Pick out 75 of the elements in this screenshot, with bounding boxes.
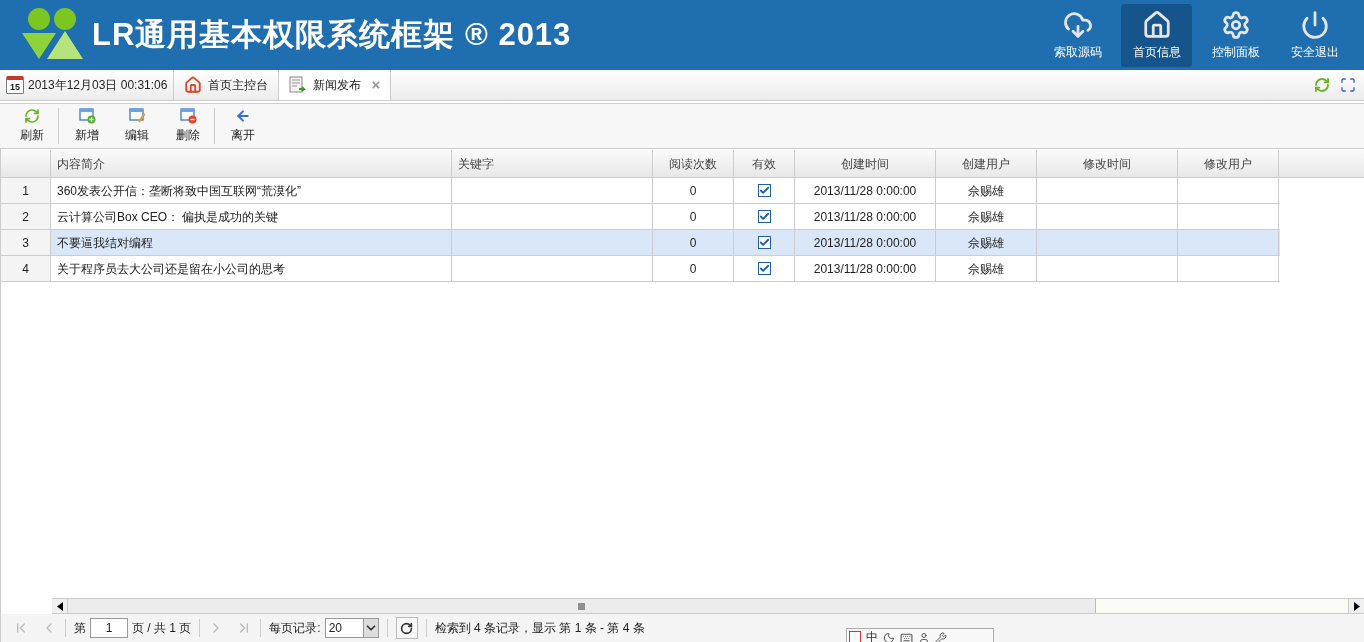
- per-page-label: 每页记录:: [269, 620, 321, 637]
- toolbar-button[interactable]: 刷新: [6, 108, 59, 144]
- ime-mode: 中: [866, 629, 878, 642]
- home-icon: [1141, 9, 1172, 40]
- table-cell: 佘赐雄: [936, 204, 1037, 229]
- tab[interactable]: 新闻发布 ×: [279, 70, 392, 100]
- tab-label: 新闻发布: [313, 77, 362, 94]
- column-header[interactable]: 阅读次数: [653, 150, 734, 177]
- header-nav-button[interactable]: 安全退出: [1279, 3, 1350, 67]
- table-cell: 佘赐雄: [936, 178, 1037, 203]
- scrollbar-thumb[interactable]: [68, 599, 1096, 613]
- window-edit-icon: [128, 108, 146, 124]
- wrench-icon: [935, 632, 947, 642]
- header-nav-button[interactable]: 首页信息: [1121, 3, 1192, 67]
- page-count: 页 / 共 1 页: [132, 620, 192, 637]
- reload-icon: [400, 621, 414, 635]
- table-cell: 佘赐雄: [936, 230, 1037, 255]
- header-nav-button[interactable]: 控制面板: [1200, 3, 1271, 67]
- column-header[interactable]: 修改用户: [1178, 150, 1279, 177]
- toolbar-button[interactable]: 新增: [62, 108, 112, 144]
- table-cell: 佘赐雄: [936, 256, 1037, 281]
- table-cell: 360发表公开信：垄断将致中国互联网“荒漠化”: [51, 178, 452, 203]
- tab-label: 首页主控台: [208, 77, 269, 94]
- row-number: 3: [1, 230, 51, 255]
- column-header[interactable]: 创建时间: [795, 150, 936, 177]
- home-icon: [184, 76, 203, 94]
- refresh-icon[interactable]: [1314, 77, 1330, 93]
- table-cell: 0: [653, 204, 734, 229]
- column-header[interactable]: 关键字: [452, 150, 653, 177]
- table-cell: 不要逼我结对编程: [51, 230, 452, 255]
- table-row[interactable]: 3 不要逼我结对编程 0 2013/11/28 0:00:00 佘赐雄: [1, 230, 1280, 256]
- ime-logo-icon: [849, 631, 861, 642]
- cloud-download-icon: [1062, 9, 1093, 40]
- table-row[interactable]: 4 关于程序员去大公司还是留在小公司的思考 0 2013/11/28 0:00:00 佘赐雄: [1, 256, 1280, 282]
- table-cell: 0: [653, 178, 734, 203]
- row-number: 1: [1, 178, 51, 203]
- window-delete-icon: [179, 108, 197, 124]
- column-header[interactable]: 创建用户: [936, 150, 1037, 177]
- table-cell: 关于程序员去大公司还是留在小公司的思考: [51, 256, 452, 281]
- refresh-icon: [24, 108, 40, 124]
- column-header[interactable]: 有效: [734, 150, 795, 177]
- page-label: 第: [74, 620, 86, 637]
- window-add-icon: [78, 108, 96, 124]
- page-input[interactable]: 1: [90, 618, 128, 638]
- toolbar-button[interactable]: 删除: [162, 108, 215, 144]
- table-cell: 云计算公司Box CEO： 偏执是成功的关键: [51, 204, 452, 229]
- keyboard-icon: [900, 632, 913, 642]
- table-cell: 0: [653, 256, 734, 281]
- column-header[interactable]: 修改时间: [1037, 150, 1178, 177]
- moon-icon: [883, 632, 895, 642]
- row-number: 2: [1, 204, 51, 229]
- fullscreen-icon[interactable]: [1340, 77, 1356, 93]
- header-nav-button[interactable]: 索取源码: [1042, 3, 1113, 67]
- table-row[interactable]: 1 360发表公开信：垄断将致中国互联网“荒漠化” 0 2013/11/28 0:00:00 佘赐雄: [1, 178, 1280, 204]
- user-icon: [918, 632, 930, 642]
- per-page-select[interactable]: 20: [324, 618, 379, 638]
- reload-button[interactable]: [395, 617, 418, 639]
- ime-toolbar[interactable]: 中: [846, 628, 994, 642]
- table-row[interactable]: 2 云计算公司Box CEO： 偏执是成功的关键 0 2013/11/28 0:00:00 佘赐雄: [1, 204, 1280, 230]
- table-cell: 2013/11/28 0:00:00: [795, 256, 936, 281]
- app-title: LR通用基本权限系统框架 ® 2013: [92, 15, 572, 54]
- table-cell: 0: [653, 230, 734, 255]
- calendar-icon: 15: [6, 76, 24, 94]
- power-icon: [1299, 9, 1330, 40]
- row-number: 4: [1, 256, 51, 281]
- toolbar-button[interactable]: 编辑: [112, 108, 162, 144]
- table-cell: 2013/11/28 0:00:00: [795, 204, 936, 229]
- toolbar-button[interactable]: 离开: [218, 108, 268, 144]
- document-icon: [289, 76, 308, 94]
- settings-icon: [1220, 9, 1251, 40]
- record-summary: 检索到 4 条记录，显示 第 1 条 - 第 4 条: [434, 620, 645, 637]
- table-cell: 2013/11/28 0:00:00: [795, 178, 936, 203]
- current-datetime: 2013年12月03日 00:31:06: [28, 77, 168, 94]
- table-cell: 2013/11/28 0:00:00: [795, 230, 936, 255]
- column-header[interactable]: 内容简介: [51, 150, 452, 177]
